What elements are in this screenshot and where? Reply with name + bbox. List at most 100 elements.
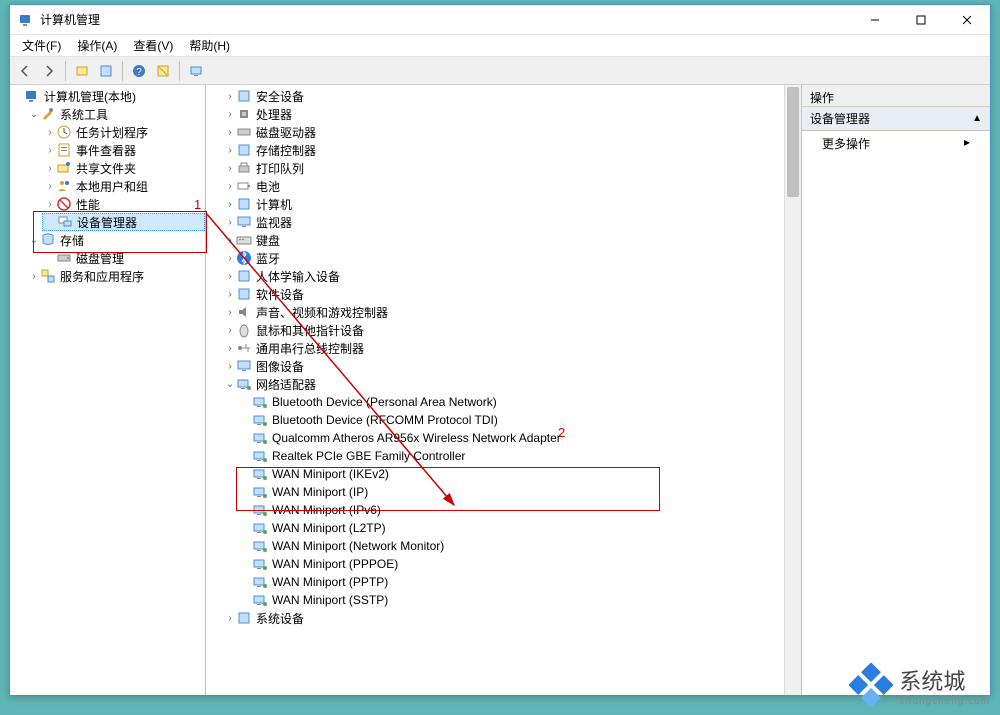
menu-file[interactable]: 文件(F) xyxy=(14,35,69,56)
chevron-right-icon[interactable]: › xyxy=(224,127,236,138)
collapse-icon[interactable]: ▲ xyxy=(972,113,982,124)
device-category[interactable]: ›监视器 xyxy=(222,213,801,231)
chevron-right-icon[interactable]: › xyxy=(224,325,236,336)
network-adapter-item[interactable]: Bluetooth Device (Personal Area Network) xyxy=(238,393,801,411)
chevron-right-icon[interactable]: › xyxy=(224,289,236,300)
chevron-right-icon[interactable]: › xyxy=(44,127,56,138)
device-category[interactable]: ›通用串行总线控制器 xyxy=(222,339,801,357)
device-network-adapters[interactable]: ⌄网络适配器 xyxy=(222,375,801,393)
chevron-right-icon[interactable]: › xyxy=(44,145,56,156)
device-icon xyxy=(236,610,252,626)
device-tree-pane[interactable]: ›安全设备›处理器›磁盘驱动器›存储控制器›打印队列›电池›计算机›监视器›键盘… xyxy=(206,85,802,695)
menu-action[interactable]: 操作(A) xyxy=(69,35,125,56)
network-adapter-item[interactable]: WAN Miniport (PPTP) xyxy=(238,573,801,591)
tool-help[interactable]: ? xyxy=(128,60,150,82)
network-adapter-item[interactable]: WAN Miniport (IP) xyxy=(238,483,801,501)
device-icon xyxy=(236,178,252,194)
tree-services-apps[interactable]: › 服务和应用程序 xyxy=(26,267,205,285)
network-adapter-item[interactable]: WAN Miniport (PPPOE) xyxy=(238,555,801,573)
tree-local-users[interactable]: ›本地用户和组 xyxy=(42,177,205,195)
chevron-right-icon[interactable]: › xyxy=(224,181,236,192)
chevron-right-icon[interactable]: › xyxy=(224,235,236,246)
chevron-down-icon[interactable]: ⌄ xyxy=(28,235,40,246)
tool-refresh[interactable] xyxy=(152,60,174,82)
tree-performance[interactable]: ›性能 xyxy=(42,195,205,213)
chevron-right-icon[interactable]: › xyxy=(224,253,236,264)
device-category[interactable]: ›打印队列 xyxy=(222,159,801,177)
network-adapter-item[interactable]: WAN Miniport (L2TP) xyxy=(238,519,801,537)
device-category[interactable]: ›蓝牙 xyxy=(222,249,801,267)
close-button[interactable] xyxy=(944,5,990,35)
chevron-right-icon[interactable]: › xyxy=(28,271,40,282)
chevron-right-icon[interactable]: › xyxy=(44,163,56,174)
network-adapter-item[interactable]: WAN Miniport (IKEv2) xyxy=(238,465,801,483)
tool-back[interactable] xyxy=(14,60,36,82)
device-icon xyxy=(236,106,252,122)
network-adapter-item[interactable]: Qualcomm Atheros AR956x Wireless Network… xyxy=(238,429,801,447)
network-adapter-item[interactable]: Bluetooth Device (RFCOMM Protocol TDI) xyxy=(238,411,801,429)
chevron-right-icon[interactable]: › xyxy=(44,181,56,192)
device-category[interactable]: ›鼠标和其他指针设备 xyxy=(222,321,801,339)
window-title: 计算机管理 xyxy=(40,11,852,28)
device-category[interactable]: ›存储控制器 xyxy=(222,141,801,159)
tool-monitor[interactable] xyxy=(185,60,207,82)
tree-disk-mgmt[interactable]: 磁盘管理 xyxy=(42,249,205,267)
tree-storage[interactable]: ⌄ 存储 xyxy=(26,231,205,249)
menu-view[interactable]: 查看(V) xyxy=(125,35,181,56)
scrollbar-thumb[interactable] xyxy=(787,87,799,197)
tools-icon xyxy=(40,106,56,122)
device-category[interactable]: ›系统设备 xyxy=(222,609,801,627)
device-category[interactable]: ›磁盘驱动器 xyxy=(222,123,801,141)
chevron-right-icon[interactable]: › xyxy=(224,109,236,120)
chevron-down-icon[interactable]: ⌄ xyxy=(28,109,40,120)
device-category[interactable]: ›图像设备 xyxy=(222,357,801,375)
tool-forward[interactable] xyxy=(38,60,60,82)
device-icon xyxy=(236,124,252,140)
watermark: 系统城 xitongcheng.com xyxy=(849,663,990,707)
network-adapter-item[interactable]: Realtek PCIe GBE Family Controller xyxy=(238,447,801,465)
tree-shared-folders[interactable]: ›共享文件夹 xyxy=(42,159,205,177)
device-icon xyxy=(236,160,252,176)
device-category[interactable]: ›安全设备 xyxy=(222,87,801,105)
tree-system-tools[interactable]: ⌄ 系统工具 xyxy=(26,105,205,123)
device-category[interactable]: ›人体学输入设备 xyxy=(222,267,801,285)
network-adapter-item[interactable]: WAN Miniport (SSTP) xyxy=(238,591,801,609)
network-adapter-icon xyxy=(252,448,268,464)
left-tree-pane[interactable]: 计算机管理(本地) ⌄ 系统工具 ›任务计划程序 ›事件查看器 xyxy=(10,85,206,695)
tree-task-scheduler[interactable]: ›任务计划程序 xyxy=(42,123,205,141)
tree-device-manager[interactable]: 设备管理器 xyxy=(42,213,205,231)
chevron-right-icon[interactable]: › xyxy=(224,145,236,156)
menu-help[interactable]: 帮助(H) xyxy=(181,35,238,56)
device-category[interactable]: ›处理器 xyxy=(222,105,801,123)
device-category[interactable]: ›声音、视频和游戏控制器 xyxy=(222,303,801,321)
device-category[interactable]: ›计算机 xyxy=(222,195,801,213)
tool-up[interactable] xyxy=(71,60,93,82)
chevron-right-icon[interactable]: › xyxy=(224,91,236,102)
device-category[interactable]: ›键盘 xyxy=(222,231,801,249)
vertical-scrollbar[interactable] xyxy=(784,85,801,695)
chevron-right-icon[interactable]: › xyxy=(224,163,236,174)
services-icon xyxy=(40,268,56,284)
minimize-button[interactable] xyxy=(852,5,898,35)
chevron-right-icon[interactable]: › xyxy=(224,217,236,228)
chevron-right-icon[interactable]: › xyxy=(224,271,236,282)
chevron-right-icon[interactable]: › xyxy=(44,199,56,210)
chevron-down-icon[interactable]: ⌄ xyxy=(224,379,236,390)
chevron-right-icon[interactable]: › xyxy=(224,361,236,372)
maximize-button[interactable] xyxy=(898,5,944,35)
chevron-right-icon[interactable]: › xyxy=(224,343,236,354)
network-adapter-item[interactable]: WAN Miniport (IPv6) xyxy=(238,501,801,519)
tool-properties[interactable] xyxy=(95,60,117,82)
chevron-right-icon[interactable]: › xyxy=(224,613,236,624)
device-category[interactable]: ›电池 xyxy=(222,177,801,195)
chevron-right-icon[interactable]: › xyxy=(224,199,236,210)
tree-root[interactable]: 计算机管理(本地) xyxy=(10,87,205,105)
chevron-right-icon[interactable]: › xyxy=(224,307,236,318)
more-actions[interactable]: 更多操作 ▸ xyxy=(802,131,990,156)
network-adapter-item[interactable]: WAN Miniport (Network Monitor) xyxy=(238,537,801,555)
network-adapter-icon xyxy=(252,466,268,482)
actions-section[interactable]: 设备管理器 ▲ xyxy=(802,107,990,131)
users-icon xyxy=(56,178,72,194)
tree-event-viewer[interactable]: ›事件查看器 xyxy=(42,141,205,159)
device-category[interactable]: ›软件设备 xyxy=(222,285,801,303)
